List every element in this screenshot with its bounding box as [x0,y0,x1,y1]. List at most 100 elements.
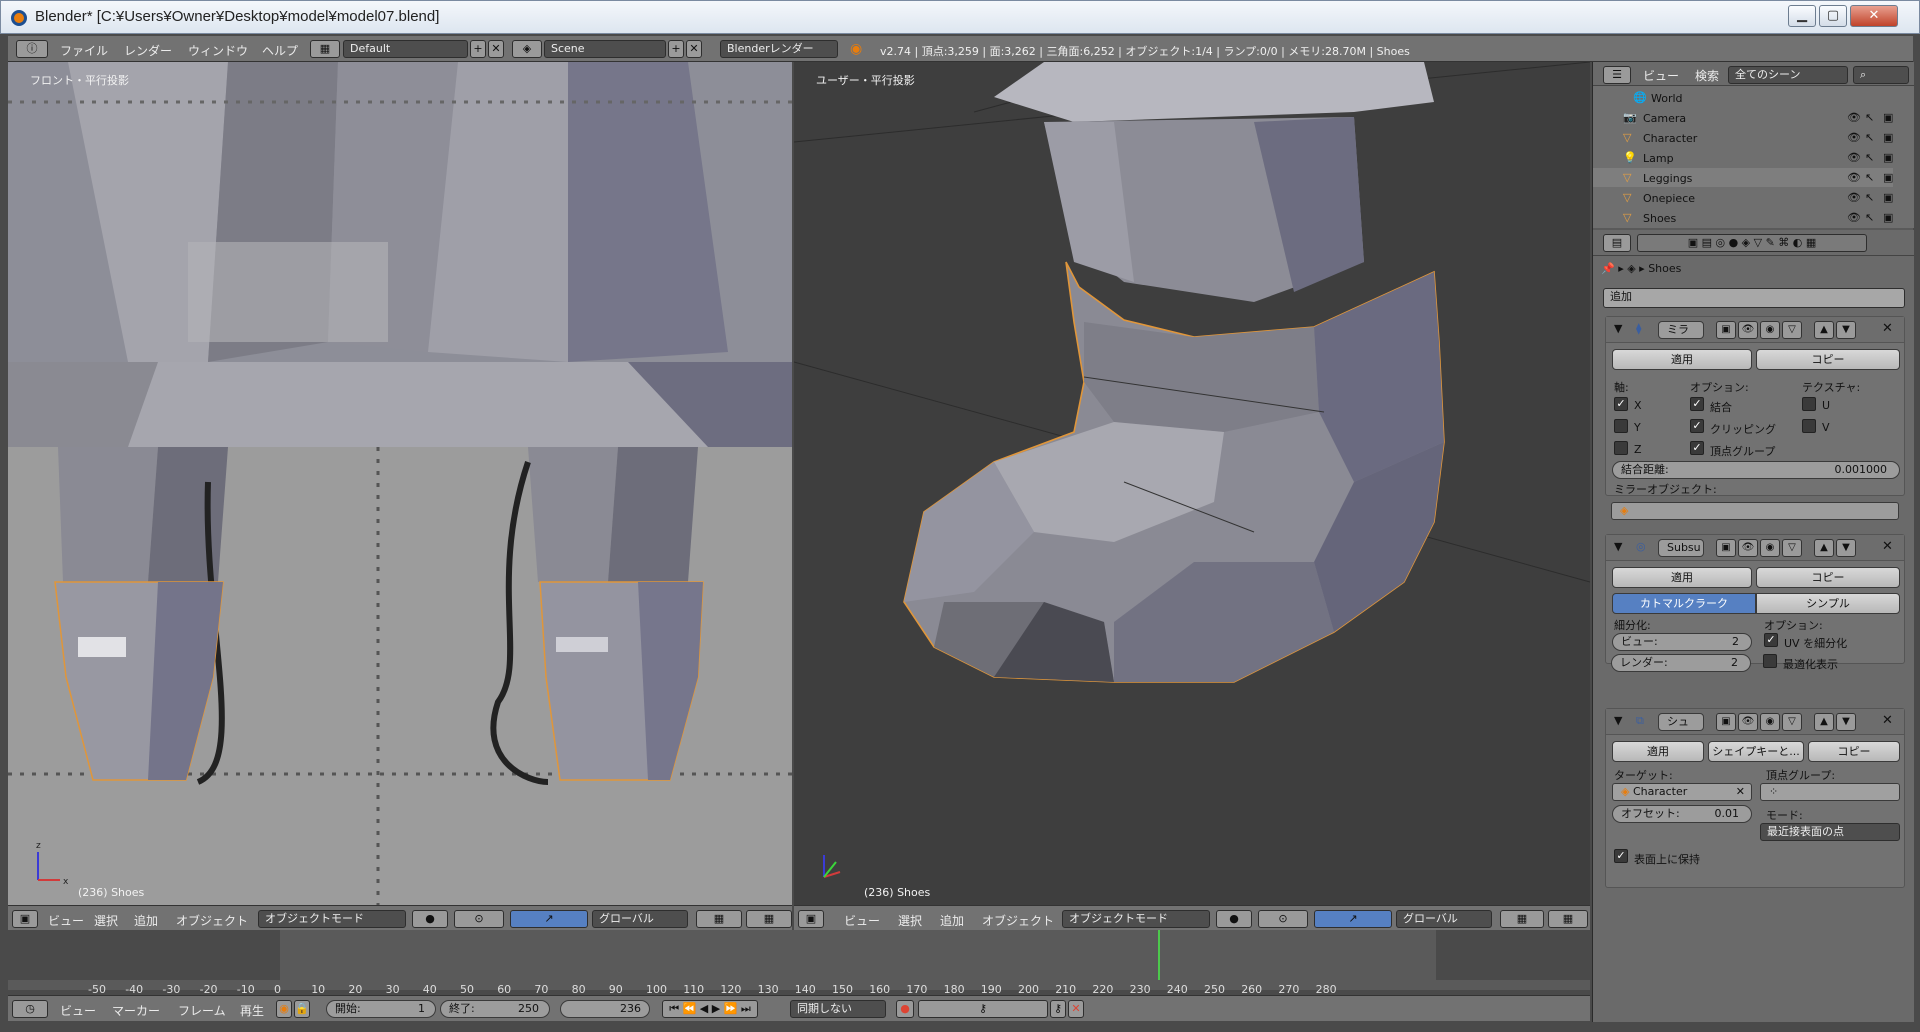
editor-type-icon[interactable]: ▣ [12,910,38,928]
menu-select[interactable]: 選択 [94,912,118,929]
orientation-select[interactable]: グローバル [1396,910,1492,928]
render-toggle-icon[interactable]: ▣ [1883,151,1893,164]
axis-y-checkbox[interactable] [1614,419,1628,433]
mirror-copy-button[interactable]: コピー [1756,349,1900,370]
sync-select[interactable]: 同期しない [790,1000,886,1018]
menu-view[interactable]: ビュー [60,1002,96,1019]
cursor-icon[interactable]: ↖ [1865,211,1874,224]
viewport-user[interactable]: ユーザー・平行投影 (236) Shoes [794,62,1590,905]
cage-icon[interactable]: ▽ [1782,321,1802,339]
cursor-icon[interactable]: ↖ [1865,151,1874,164]
menu-view[interactable]: ビュー [844,912,880,929]
mirror-name-field[interactable]: ミラ [1658,321,1704,339]
keyingset-icon[interactable]: ⚷ [918,1000,1048,1018]
visibility-icon[interactable]: 👁 [1738,713,1758,731]
visibility-icon[interactable]: 👁 [1738,321,1758,339]
outliner-search-input[interactable]: ⌕ [1853,66,1909,84]
vertex-group-checkbox[interactable]: ✓ [1690,441,1704,455]
menu-add[interactable]: 追加 [134,912,158,929]
collapse-icon[interactable]: ▼ [1614,540,1622,553]
vertex-group-field[interactable]: ⁘ [1760,783,1900,801]
current-frame-line[interactable] [1157,930,1160,980]
axis-z-checkbox[interactable] [1614,441,1628,455]
manipulator-icon[interactable]: ↗ [510,910,588,928]
eye-icon[interactable]: 👁 [1847,151,1861,164]
layout-icon[interactable]: ▦ [310,40,340,58]
pivot-icon[interactable]: ⊙ [454,910,504,928]
outliner-item-leggings[interactable]: ▽ Leggings 👁 ↖ ▣ [1593,168,1893,187]
mirror-object-field[interactable]: ◈ [1611,502,1899,520]
eye-icon[interactable]: 👁 [1847,131,1861,144]
menu-add[interactable]: 追加 [940,912,964,929]
orientation-select[interactable]: グローバル [592,910,688,928]
editor-type-icon[interactable]: ☰ [1603,66,1631,84]
move-down-icon[interactable]: ▼ [1836,539,1856,557]
scene-icon[interactable]: ◈ [512,40,542,58]
menu-render[interactable]: レンダー [124,42,172,59]
menu-object[interactable]: オブジェクト [982,912,1054,929]
collapse-icon[interactable]: ▼ [1614,714,1622,727]
cursor-icon[interactable]: ↖ [1865,111,1874,124]
outliner-item-shoes[interactable]: ▽ Shoes 👁 ↖ ▣ [1593,208,1893,227]
catmull-clark-button[interactable]: カトマルクラーク [1612,593,1756,614]
texture-u-checkbox[interactable] [1802,397,1816,411]
layers2-icon[interactable]: ▦ [746,910,792,928]
cursor-icon[interactable]: ↖ [1865,191,1874,204]
eye-icon[interactable]: 👁 [1847,111,1861,124]
shading-icon[interactable]: ● [1216,910,1252,928]
texture-v-checkbox[interactable] [1802,419,1816,433]
menu-marker[interactable]: マーカー [112,1002,160,1019]
editmode-icon[interactable]: ▣ [1716,713,1736,731]
visibility-icon[interactable]: 👁 [1738,539,1758,557]
render-icon[interactable]: ◉ [1760,713,1780,731]
subdivide-uvs-checkbox[interactable]: ✓ [1764,633,1778,647]
remove-icon[interactable]: ✕ [1882,713,1893,728]
current-frame-field[interactable]: 236 [560,1000,650,1018]
subsurf-apply-button[interactable]: 適用 [1612,567,1752,588]
minimize-button[interactable]: ▁ [1788,5,1816,27]
render-icon[interactable]: ◉ [1760,539,1780,557]
collapse-icon[interactable]: ▼ [1614,322,1622,335]
keying-icon[interactable]: ◉ [276,1000,292,1018]
merge-checkbox[interactable]: ✓ [1690,397,1704,411]
outliner-menu-view[interactable]: ビュー [1643,67,1679,84]
layout-remove-icon[interactable]: ✕ [488,40,504,58]
move-down-icon[interactable]: ▼ [1836,713,1856,731]
axis-x-checkbox[interactable]: ✓ [1614,397,1628,411]
record-icon[interactable]: ● [896,1000,914,1018]
optimal-display-checkbox[interactable] [1763,654,1777,668]
scene-select[interactable]: Scene [544,40,666,58]
viewport-front[interactable]: z x フロント・平行投影 (236) Shoes [8,62,792,905]
remove-icon[interactable]: ✕ [1882,539,1893,554]
cage-icon[interactable]: ▽ [1782,539,1802,557]
move-up-icon[interactable]: ▲ [1814,713,1834,731]
eye-icon[interactable]: 👁 [1847,211,1861,224]
subsurf-name-field[interactable]: Subsu [1658,539,1704,557]
menu-file[interactable]: ファイル [60,42,108,59]
layout-add-icon[interactable]: + [470,40,486,58]
manipulator-icon[interactable]: ↗ [1314,910,1392,928]
offset-field[interactable]: オフセット: 0.01 [1612,805,1752,823]
move-up-icon[interactable]: ▲ [1814,539,1834,557]
mode-select[interactable]: オブジェクトモード [258,910,406,928]
move-up-icon[interactable]: ▲ [1814,321,1834,339]
end-frame-field[interactable]: 終了: 250 [440,1000,550,1018]
editor-type-icon[interactable]: ⓘ [16,40,48,58]
shrinkwrap-shape-button[interactable]: シェイプキーと... [1708,741,1804,762]
eye-icon[interactable]: 👁 [1847,191,1861,204]
maximize-button[interactable]: ▢ [1819,5,1847,27]
cursor-icon[interactable]: ↖ [1865,171,1874,184]
delete-key-icon[interactable]: ✕ [1068,1000,1084,1018]
context-tabs-icon[interactable]: ▣ ▤ ◎ ● ◈ ▽ ✎ ⌘ ◐ ▦ [1637,234,1867,252]
render-toggle-icon[interactable]: ▣ [1883,191,1893,204]
menu-playback[interactable]: 再生 [240,1002,264,1019]
outliner-item-lamp[interactable]: 💡 Lamp 👁 ↖ ▣ [1593,148,1893,167]
scene-add-icon[interactable]: + [668,40,684,58]
render-toggle-icon[interactable]: ▣ [1883,211,1893,224]
render-levels-field[interactable]: レンダー: 2 [1611,654,1751,672]
layers-icon[interactable]: ▦ [696,910,742,928]
merge-distance-field[interactable]: 結合距離: 0.001000 [1612,461,1900,479]
remove-icon[interactable]: ✕ [1882,321,1893,336]
shrinkwrap-apply-button[interactable]: 適用 [1612,741,1704,762]
target-field[interactable]: ◈ Character ✕ [1612,783,1752,801]
